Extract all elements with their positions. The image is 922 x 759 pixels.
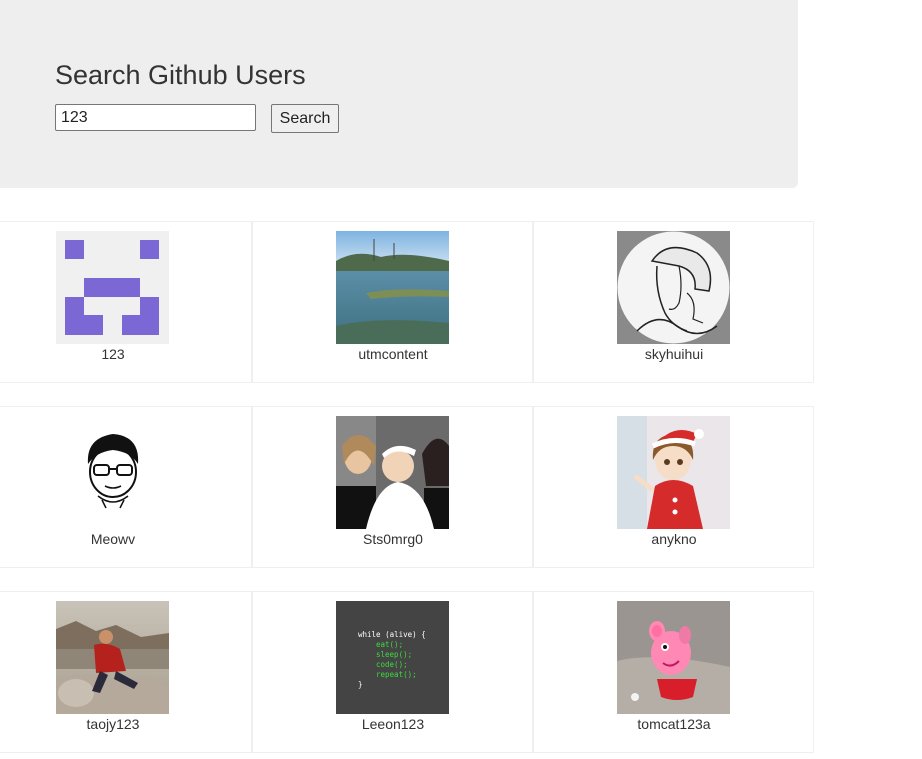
avatar-sketch-girl[interactable] bbox=[617, 231, 730, 344]
code-line: } bbox=[358, 680, 363, 689]
user-card-leeon123[interactable]: while (alive) { eat(); sleep(); code(); … bbox=[252, 591, 533, 753]
avatar-photo-people[interactable] bbox=[336, 416, 449, 529]
avatar-lake-photo[interactable] bbox=[336, 231, 449, 344]
avatar-code-snippet[interactable]: while (alive) { eat(); sleep(); code(); … bbox=[336, 601, 449, 714]
user-login: Sts0mrg0 bbox=[363, 531, 423, 547]
code-line: eat(); bbox=[376, 640, 403, 649]
code-line: repeat(); bbox=[376, 670, 417, 679]
user-card-skyhuihui[interactable]: skyhuihui bbox=[533, 221, 814, 383]
user-login: 123 bbox=[101, 346, 125, 362]
user-card-utmcontent[interactable]: utmcontent bbox=[252, 221, 533, 383]
avatar-photo-man-rocks[interactable] bbox=[56, 601, 169, 714]
user-card-123[interactable]: 123 bbox=[0, 221, 252, 383]
user-login: Leeon123 bbox=[361, 716, 425, 732]
user-card-meowv[interactable]: Meowv bbox=[0, 406, 252, 568]
user-login: tomcat123a bbox=[637, 716, 711, 732]
avatar-identicon[interactable] bbox=[56, 231, 169, 344]
search-button[interactable]: Search bbox=[271, 104, 339, 133]
user-login: Meowv bbox=[90, 531, 136, 547]
user-login: utmcontent bbox=[358, 346, 428, 362]
user-login: skyhuihui bbox=[644, 346, 704, 362]
user-login: taojy123 bbox=[86, 716, 140, 732]
code-line: code(); bbox=[376, 660, 408, 669]
code-line: sleep(); bbox=[376, 650, 412, 659]
avatar-cartoon-glasses[interactable] bbox=[56, 416, 169, 529]
user-card-taojy123[interactable]: taojy123 bbox=[0, 591, 252, 753]
user-card-sts0mrg0[interactable]: Sts0mrg0 bbox=[252, 406, 533, 568]
search-header: Search Github Users Search bbox=[0, 0, 798, 188]
avatar-pig-toy[interactable] bbox=[617, 601, 730, 714]
search-input[interactable] bbox=[55, 104, 256, 131]
code-line: while (alive) { bbox=[358, 630, 426, 639]
user-card-tomcat123a[interactable]: tomcat123a bbox=[533, 591, 814, 753]
user-card-anykno[interactable]: anykno bbox=[533, 406, 814, 568]
page-title: Search Github Users bbox=[55, 60, 306, 90]
avatar-anime-santa[interactable] bbox=[617, 416, 730, 529]
user-login: anykno bbox=[651, 531, 697, 547]
